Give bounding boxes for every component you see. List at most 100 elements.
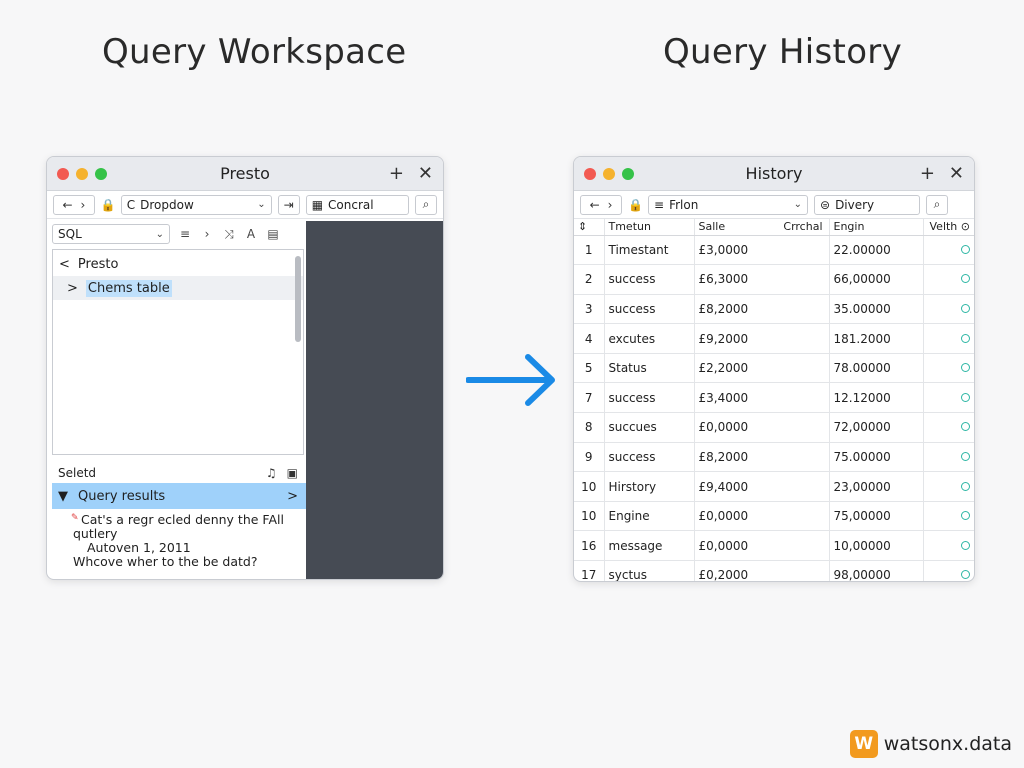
row-name: message: [604, 530, 695, 562]
column-header[interactable]: Salle Crrchal: [694, 219, 830, 236]
back-icon[interactable]: ←: [62, 198, 72, 212]
row-name: syctus: [604, 560, 695, 581]
font-icon[interactable]: A: [244, 227, 258, 241]
row-value: £0,0000: [694, 530, 830, 562]
connector-field[interactable]: ▦ Concral: [305, 194, 409, 215]
row-value: £2,2000: [694, 353, 830, 384]
row-status: [923, 264, 974, 295]
nav-buttons: ← ›: [580, 194, 622, 215]
search-button[interactable]: ⌕: [414, 194, 437, 215]
table-row[interactable]: 4 excutes £9,2000 181.2000: [574, 323, 974, 354]
row-status: [923, 382, 974, 414]
row-status: [923, 412, 974, 443]
music-icon[interactable]: ♫: [266, 466, 277, 480]
calendar-icon: ▦: [311, 197, 324, 212]
column-header-label: Crrchal: [783, 220, 823, 234]
status-ok-icon: [961, 274, 970, 284]
row-value: £9,2000: [694, 323, 830, 354]
table-row[interactable]: 8 succues £0,0000 72,00000: [574, 412, 974, 443]
row-status: [923, 471, 974, 502]
status-ok-icon: [961, 511, 970, 521]
sql-select-value: SQL: [58, 227, 82, 241]
search-button[interactable]: ⌕: [926, 194, 948, 215]
table-row[interactable]: 3 success £8,2000 35.00000: [574, 294, 974, 325]
connector-value: Concral: [328, 197, 374, 212]
row-engine: 22.00000: [829, 235, 924, 266]
chevron-down-icon: ⌄: [793, 199, 802, 210]
status-ok-icon: [961, 481, 970, 491]
column-header[interactable]: Velth ⊙: [923, 219, 974, 236]
table-row[interactable]: 1 Timestant £3,0000 22.00000: [574, 235, 974, 266]
forward-icon[interactable]: ›: [81, 198, 86, 212]
filter-dropdown[interactable]: ≡ Frlon ⌄: [648, 194, 808, 215]
row-status: [923, 235, 974, 266]
list-icon[interactable]: ≡: [178, 227, 192, 241]
table-row[interactable]: 17 syctus £0,2000 98,00000: [574, 560, 974, 581]
row-name: success: [604, 294, 695, 325]
tree-item-presto[interactable]: < Presto: [53, 252, 303, 276]
row-status: [923, 323, 974, 354]
delivery-field[interactable]: ⊜ Divery: [814, 194, 920, 215]
source-dropdown[interactable]: C Dropdow ⌄: [120, 194, 272, 215]
row-index: 5: [574, 353, 605, 384]
history-table: ⇕ Tmetun Salle Crrchal Engin Velth ⊙ 1 Ti…: [574, 219, 974, 581]
workspace-toolbar: ← › 🔒 C Dropdow ⌄ ⇥ ▦ Concral ⌕: [47, 191, 443, 219]
table-header: ⇕ Tmetun Salle Crrchal Engin Velth ⊙: [574, 219, 974, 236]
status-ok-icon: [961, 333, 970, 343]
step-icon: ⇥: [283, 197, 294, 212]
editor-panel[interactable]: [306, 221, 443, 579]
pin-icon: ✎: [71, 513, 79, 523]
status-ok-icon: [961, 540, 970, 550]
window-title: History: [745, 164, 803, 183]
shuffle-icon[interactable]: ⤨: [222, 227, 236, 242]
table-row[interactable]: 5 Status £2,2000 78.00000: [574, 353, 974, 384]
dropdown-value: Dropdow: [140, 197, 194, 212]
row-index: 10: [574, 471, 605, 502]
chevron-right-icon: >: [287, 488, 298, 504]
table-row[interactable]: 10 Engine £0,0000 75,00000: [574, 501, 974, 532]
row-engine: 66,00000: [829, 264, 924, 295]
query-results-row[interactable]: ▼ Query results >: [52, 483, 306, 509]
close-icon[interactable]: ✕: [418, 163, 433, 184]
window-title: Presto: [220, 164, 270, 183]
tree-item-chems-table[interactable]: > Chems table: [53, 276, 303, 300]
lock-icon: 🔒: [100, 197, 116, 212]
row-engine: 78.00000: [829, 353, 924, 384]
plus-icon[interactable]: +: [920, 163, 935, 184]
forward-icon[interactable]: ›: [608, 198, 613, 212]
sql-select[interactable]: SQL ⌄: [52, 224, 170, 244]
tree-scrollbar[interactable]: [295, 256, 301, 342]
message-line: Autoven 1, 2011: [87, 540, 191, 555]
row-name: succues: [604, 412, 695, 443]
brand-name: watsonx.data: [883, 733, 1012, 755]
row-status: [923, 353, 974, 384]
chevron-right-icon[interactable]: ›: [200, 227, 214, 241]
step-button[interactable]: ⇥: [277, 194, 300, 215]
row-status: [923, 501, 974, 532]
nav-buttons: ← ›: [53, 194, 95, 215]
close-icon[interactable]: ✕: [949, 163, 964, 184]
row-name: Engine: [604, 501, 695, 532]
chevron-left-icon: <: [59, 256, 70, 272]
table-row[interactable]: 7 success £3,4000 12.12000: [574, 382, 974, 414]
schema-tree: < Presto > Chems table: [52, 249, 304, 455]
row-name: success: [604, 264, 695, 295]
row-value: £8,2000: [694, 294, 830, 325]
table-row[interactable]: 10 Hirstory £9,4000 23,00000: [574, 471, 974, 502]
column-header[interactable]: Engin: [829, 219, 924, 236]
panel-icon[interactable]: ▣: [287, 466, 298, 480]
panel-icon[interactable]: ▤: [266, 227, 280, 241]
search-icon: ⌕: [933, 197, 941, 211]
row-engine: 72,00000: [829, 412, 924, 443]
row-value: £0,0000: [694, 412, 830, 443]
plus-icon[interactable]: +: [389, 163, 404, 184]
table-row[interactable]: 16 message £0,0000 10,00000: [574, 530, 974, 562]
column-header[interactable]: Tmetun: [604, 219, 695, 236]
back-icon[interactable]: ←: [590, 198, 600, 212]
sort-icon[interactable]: ⇕: [574, 219, 605, 236]
history-table-body: 1 Timestant £3,0000 22.00000 2 success £6,3000…: [574, 235, 974, 581]
chevron-down-icon: ⌄: [257, 199, 266, 210]
table-row[interactable]: 9 success £8,2000 75.00000: [574, 442, 974, 473]
table-row[interactable]: 2 success £6,3000 66,00000: [574, 264, 974, 295]
query-results-label: Query results: [78, 488, 166, 504]
